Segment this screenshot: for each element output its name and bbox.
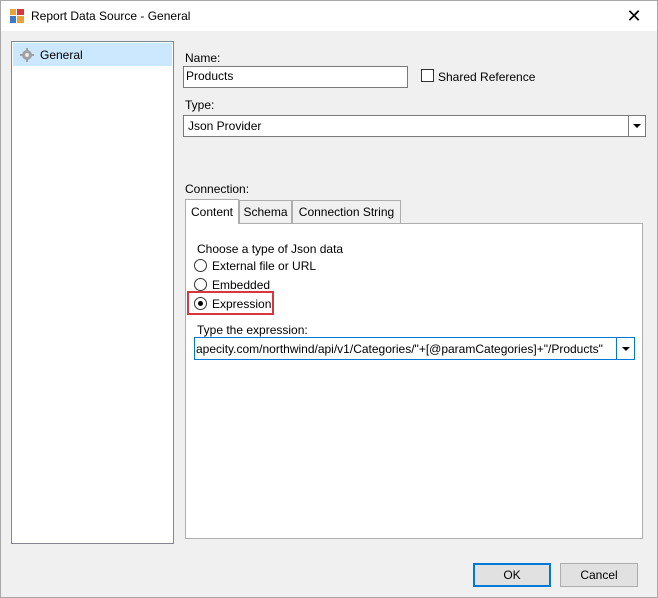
radio-external-file-label[interactable]: External file or URL: [212, 259, 316, 273]
chevron-down-icon: [633, 124, 641, 128]
type-label: Type:: [185, 98, 215, 112]
cancel-button-label: Cancel: [580, 568, 618, 582]
radio-expression[interactable]: [194, 297, 207, 310]
tab-label: Schema: [243, 205, 288, 219]
cancel-button[interactable]: Cancel: [560, 563, 638, 587]
expression-value: apecity.com/northwind/api/v1/Categories/…: [196, 342, 603, 356]
ok-button-label: OK: [503, 568, 521, 582]
dialog-window: Report Data Source - General ✕ General N…: [0, 0, 658, 598]
type-dropdown-button[interactable]: [628, 116, 645, 136]
radio-embedded-label[interactable]: Embedded: [212, 278, 270, 292]
tab-schema[interactable]: Schema: [239, 200, 292, 223]
expression-input[interactable]: apecity.com/northwind/api/v1/Categories/…: [194, 337, 635, 360]
report-data-source-icon: [10, 9, 24, 23]
tab-connection-string[interactable]: Connection String: [292, 200, 401, 223]
radio-embedded[interactable]: [194, 278, 207, 291]
type-select[interactable]: Json Provider: [183, 115, 646, 137]
shared-reference-label[interactable]: Shared Reference: [438, 70, 535, 84]
radio-external-file[interactable]: [194, 259, 207, 272]
tab-label: Content: [190, 205, 234, 219]
expression-dropdown-button[interactable]: [616, 338, 634, 359]
title-bar: Report Data Source - General ✕: [1, 1, 657, 31]
chevron-down-icon: [621, 346, 630, 351]
window-title: Report Data Source - General: [31, 9, 191, 23]
type-select-value: Json Provider: [188, 119, 262, 133]
name-label: Name:: [185, 51, 221, 65]
name-input[interactable]: Products: [183, 66, 408, 88]
radio-expression-label[interactable]: Expression: [212, 297, 271, 311]
choose-type-label: Choose a type of Json data: [197, 242, 344, 256]
close-icon: ✕: [626, 5, 642, 26]
nav-panel: General: [11, 41, 174, 544]
shared-reference-checkbox[interactable]: [421, 69, 434, 82]
nav-item-general[interactable]: General: [13, 43, 172, 66]
tab-label: Connection String: [298, 205, 395, 219]
close-button[interactable]: ✕: [611, 1, 657, 31]
expression-label: Type the expression:: [197, 323, 308, 337]
tab-content[interactable]: Content: [185, 199, 239, 224]
nav-item-label: General: [40, 47, 83, 62]
ok-button[interactable]: OK: [473, 563, 551, 587]
gear-icon: [20, 47, 34, 62]
connection-label: Connection:: [185, 182, 250, 196]
